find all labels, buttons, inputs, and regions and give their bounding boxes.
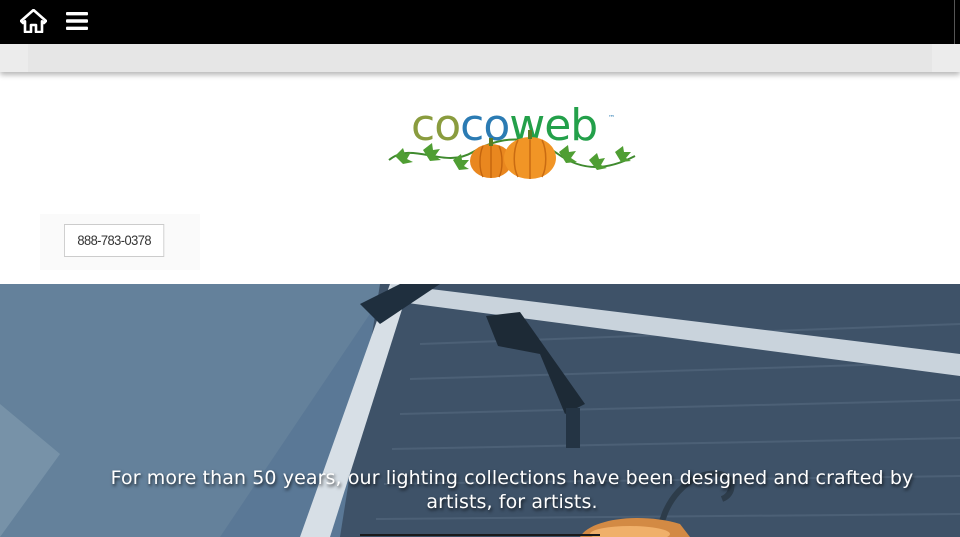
secondary-bar	[0, 44, 960, 72]
hero-banner: For more than 50 years, our lighting col…	[0, 284, 960, 537]
hamburger-menu-icon[interactable]	[66, 11, 88, 31]
top-nav-bar	[0, 0, 960, 44]
phone-number-button[interactable]: 888-783-0378	[64, 224, 165, 257]
hero-caption: For more than 50 years, our lighting col…	[110, 467, 914, 513]
nav-edge-divider	[954, 0, 955, 44]
pumpkin-vine-graphic	[388, 130, 636, 179]
site-logo[interactable]: cocoweb ™	[383, 100, 641, 188]
secondary-bar-inner	[28, 44, 932, 72]
logo-trademark: ™	[608, 114, 615, 122]
home-icon[interactable]	[19, 8, 48, 34]
hero-divider	[360, 534, 600, 536]
